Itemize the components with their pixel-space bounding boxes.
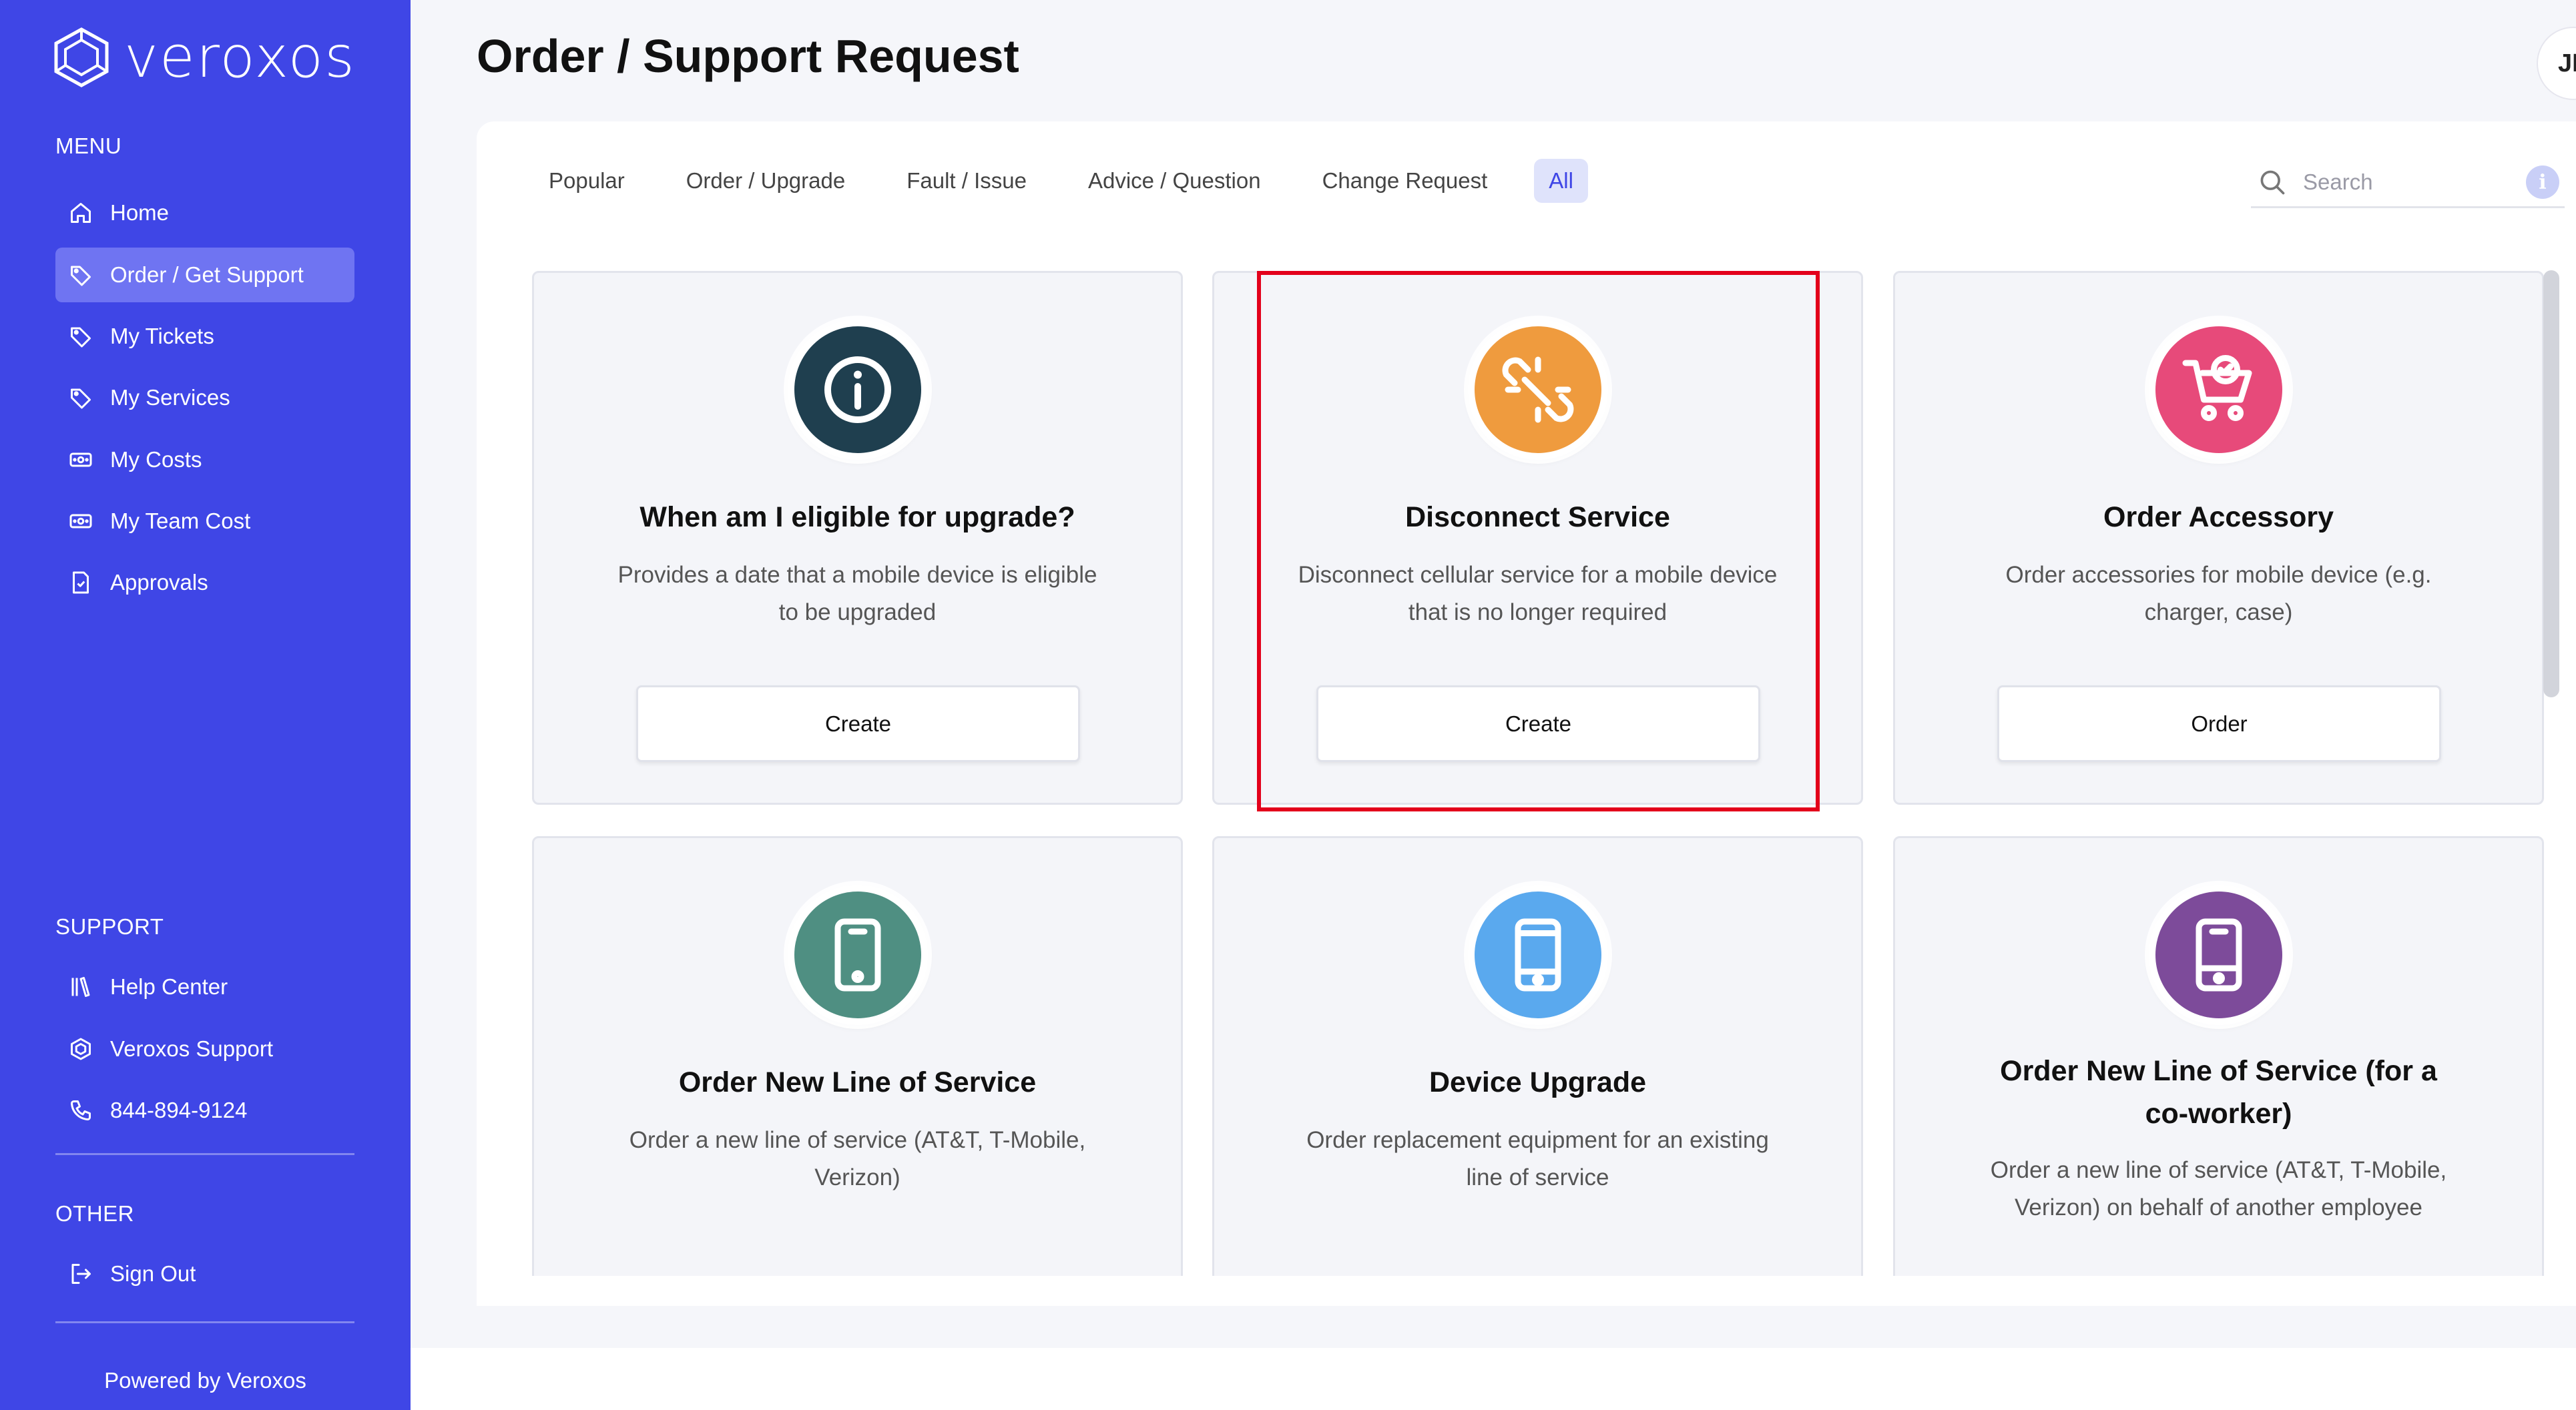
sidebar-divider (55, 1321, 354, 1323)
order-button[interactable]: Order (1997, 685, 2441, 762)
tab-order-upgrade[interactable]: Order / Upgrade (672, 159, 860, 203)
sidebar-item-help-center[interactable]: Help Center (55, 960, 354, 1014)
money-icon (67, 446, 94, 473)
service-card-new-line-coworker: Order New Line of Service (for a co-work… (1893, 836, 2544, 1303)
tab-all[interactable]: All (1534, 159, 1588, 203)
veroxos-logo[interactable]: veroxos (53, 27, 356, 88)
scrollbar[interactable] (2543, 270, 2559, 697)
card-icon-wrap (2148, 320, 2289, 460)
sidebar-item-label: Approvals (110, 570, 208, 595)
sidebar-item-label: Help Center (110, 974, 228, 999)
avatar[interactable]: JI (2537, 27, 2576, 100)
home-icon (67, 200, 94, 226)
category-tabs: Popular Order / Upgrade Fault / Issue Ad… (534, 159, 1620, 203)
support-section-title: SUPPORT (55, 914, 164, 939)
phone-icon (67, 1097, 94, 1124)
sidebar-item-label: My Services (110, 385, 230, 410)
hexagon-icon (67, 1036, 94, 1062)
sidebar-item-label: Order / Get Support (110, 262, 304, 287)
document-check-icon (67, 569, 94, 596)
card-title: Disconnect Service (1405, 501, 1670, 533)
mobile-phone-icon (794, 892, 921, 1018)
tab-popular[interactable]: Popular (534, 159, 639, 203)
sidebar-item-label: My Costs (110, 447, 202, 472)
search-icon (2260, 170, 2285, 194)
sidebar: veroxos MENU Home Order / Get Support My… (0, 0, 411, 1410)
sidebar-item-label: My Team Cost (110, 508, 251, 533)
other-section-title: OTHER (55, 1201, 134, 1226)
sidebar-item-phone[interactable]: 844-894-9124 (55, 1083, 354, 1138)
card-icon-wrap (2148, 885, 2289, 1025)
tab-change-request[interactable]: Change Request (1308, 159, 1503, 203)
sidebar-item-my-tickets[interactable]: My Tickets (55, 309, 354, 364)
mobile-phone-icon (1474, 892, 1601, 1018)
sidebar-item-label: Veroxos Support (110, 1036, 273, 1061)
info-icon (794, 326, 921, 453)
sidebar-item-my-services[interactable]: My Services (55, 370, 354, 425)
sidebar-item-label: Sign Out (110, 1261, 196, 1286)
card-title: Order New Line of Service (for a co-work… (2000, 1055, 2437, 1130)
menu-section-title: MENU (55, 133, 122, 158)
service-card-disconnect: Disconnect Service Disconnect cellular s… (1212, 271, 1863, 805)
library-icon (67, 974, 94, 1000)
card-description: Order accessories for mobile device (e.g… (2005, 562, 2432, 625)
sidebar-divider (55, 1153, 354, 1155)
bottom-strip (411, 1348, 2576, 1410)
search-bar (2251, 157, 2565, 208)
card-description: Order a new line of service (AT&T, T-Mob… (629, 1127, 1086, 1190)
tab-fault-issue[interactable]: Fault / Issue (892, 159, 1041, 203)
shopping-cart-icon (2155, 326, 2282, 453)
tag-icon (67, 262, 94, 288)
card-description: Provides a date that a mobile device is … (617, 562, 1097, 625)
sidebar-item-approvals[interactable]: Approvals (55, 555, 354, 610)
brand-name: veroxos (124, 24, 356, 91)
powered-by-footer: Powered by Veroxos (104, 1368, 306, 1393)
create-button[interactable]: Create (1316, 685, 1760, 762)
service-card-device-upgrade: Device Upgrade Order replacement equipme… (1212, 836, 1863, 1303)
card-title: Order Accessory (2103, 501, 2334, 533)
sidebar-item-veroxos-support[interactable]: Veroxos Support (55, 1022, 354, 1076)
sidebar-item-my-costs[interactable]: My Costs (55, 432, 354, 487)
sidebar-item-my-team-cost[interactable]: My Team Cost (55, 494, 354, 549)
info-icon[interactable]: i (2526, 165, 2559, 199)
card-icon-wrap (787, 885, 928, 1025)
card-icon-wrap (1467, 320, 1608, 460)
card-description: Order replacement equipment for an exist… (1306, 1127, 1769, 1190)
sidebar-item-order-get-support[interactable]: Order / Get Support (55, 248, 354, 302)
sidebar-item-label: 844-894-9124 (110, 1098, 248, 1122)
sidebar-item-home[interactable]: Home (55, 186, 354, 240)
hexagon-logo-icon (54, 27, 109, 87)
search-input[interactable] (2303, 169, 2517, 195)
service-card-accessory: Order Accessory Order accessories for mo… (1893, 271, 2544, 805)
tag-icon (67, 323, 94, 350)
card-description: Order a new line of service (AT&T, T-Mob… (1990, 1157, 2447, 1220)
sidebar-item-label: My Tickets (110, 324, 214, 348)
sidebar-item-sign-out[interactable]: Sign Out (55, 1247, 354, 1301)
sign-out-icon (67, 1261, 94, 1287)
service-card-eligibility: When am I eligible for upgrade? Provides… (532, 271, 1183, 805)
tab-advice-question[interactable]: Advice / Question (1073, 159, 1276, 203)
mobile-phone-icon (2155, 892, 2282, 1018)
money-icon (67, 508, 94, 535)
card-title: Order New Line of Service (678, 1066, 1037, 1098)
card-title: Device Upgrade (1429, 1066, 1647, 1098)
card-icon-wrap (787, 320, 928, 460)
card-icon-wrap (1467, 885, 1608, 1025)
sidebar-item-label: Home (110, 200, 170, 225)
card-title: When am I eligible for upgrade? (639, 501, 1075, 533)
card-description: Disconnect cellular service for a mobile… (1298, 562, 1778, 625)
create-button[interactable]: Create (636, 685, 1080, 762)
page-title: Order / Support Request (477, 30, 1019, 82)
tag-icon (67, 384, 94, 411)
panel-bottom-edge (477, 1276, 2576, 1306)
service-card-new-line: Order New Line of Service Order a new li… (532, 836, 1183, 1303)
broken-link-icon (1474, 326, 1601, 453)
